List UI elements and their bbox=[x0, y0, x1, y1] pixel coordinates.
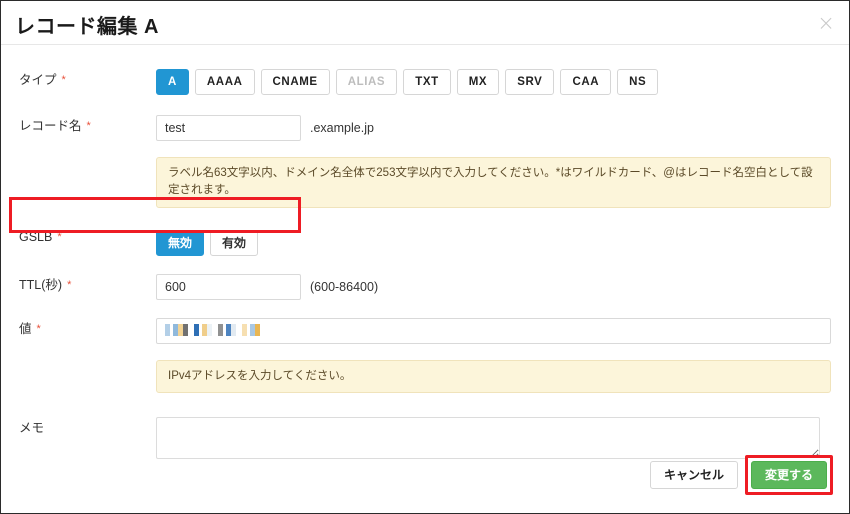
gslb-label-col: GSLB * bbox=[1, 230, 156, 244]
gslb-required-marker: * bbox=[57, 231, 61, 243]
memo-label: メモ bbox=[19, 421, 44, 435]
form-row-record-name: レコード名 * .example.jp ラベル名63文字以内、ドメイン名全体で25… bbox=[1, 115, 849, 208]
memo-label-col: メモ bbox=[1, 417, 156, 436]
gslb-option-enabled[interactable]: 有効 bbox=[210, 230, 258, 256]
dialog-footer: キャンセル 変更する bbox=[650, 455, 833, 495]
ttl-field-col: (600-86400) bbox=[156, 274, 849, 300]
submit-button-highlight: 変更する bbox=[745, 455, 833, 495]
type-required-marker: * bbox=[62, 74, 66, 86]
close-icon[interactable]: × bbox=[815, 12, 837, 34]
value-label-col: 値* bbox=[1, 318, 156, 337]
type-field-col: AAAAACNAMEALIASTXTMXSRVCAANS bbox=[156, 69, 849, 95]
form-row-type: タイプ* AAAAACNAMEALIASTXTMXSRVCAANS bbox=[1, 69, 849, 95]
record-name-required-marker: * bbox=[87, 120, 91, 132]
record-name-info-box: ラベル名63文字以内、ドメイン名全体で253文字以内で入力してください。*はワイ… bbox=[156, 157, 831, 208]
value-input-wrap bbox=[156, 318, 831, 344]
memo-textarea[interactable] bbox=[156, 417, 820, 459]
ttl-required-marker: * bbox=[67, 279, 71, 291]
type-option-cname[interactable]: CNAME bbox=[261, 69, 330, 95]
type-option-mx[interactable]: MX bbox=[457, 69, 499, 95]
cancel-button[interactable]: キャンセル bbox=[650, 461, 738, 489]
gslb-label: GSLB bbox=[19, 230, 52, 244]
form-row-value: 値* IPv4アドレスを入力してください。 bbox=[1, 318, 849, 393]
type-label: タイプ bbox=[19, 73, 57, 87]
record-name-input[interactable] bbox=[156, 115, 301, 141]
ttl-label-col: TTL(秒) * bbox=[1, 274, 156, 293]
form-body: タイプ* AAAAACNAMEALIASTXTMXSRVCAANS レコード名*… bbox=[1, 45, 849, 464]
type-option-srv[interactable]: SRV bbox=[505, 69, 554, 95]
value-label: 値 bbox=[19, 322, 32, 336]
record-name-label: レコード名 bbox=[19, 119, 82, 133]
type-option-ns[interactable]: NS bbox=[617, 69, 658, 95]
record-name-field-col: .example.jp ラベル名63文字以内、ドメイン名全体で253文字以内で入… bbox=[156, 115, 849, 208]
ttl-input-wrap: (600-86400) bbox=[156, 274, 849, 300]
gslb-toggle-group: 無効有効 bbox=[156, 230, 849, 256]
form-row-ttl: TTL(秒) * (600-86400) bbox=[1, 274, 849, 300]
record-name-domain-suffix: .example.jp bbox=[310, 121, 374, 135]
type-option-aaaa[interactable]: AAAA bbox=[195, 69, 255, 95]
type-option-alias: ALIAS bbox=[336, 69, 398, 95]
page-title: レコード編集 A bbox=[15, 10, 159, 39]
type-button-group: AAAAACNAMEALIASTXTMXSRVCAANS bbox=[156, 69, 849, 95]
value-input[interactable] bbox=[156, 318, 831, 344]
record-name-label-col: レコード名 * bbox=[1, 115, 156, 134]
ttl-range-hint: (600-86400) bbox=[310, 280, 378, 294]
ttl-input[interactable] bbox=[156, 274, 301, 300]
value-field-col: IPv4アドレスを入力してください。 bbox=[156, 318, 849, 393]
gslb-option-disabled[interactable]: 無効 bbox=[156, 230, 204, 256]
value-info-box: IPv4アドレスを入力してください。 bbox=[156, 360, 831, 393]
type-option-caa[interactable]: CAA bbox=[560, 69, 611, 95]
value-required-marker: * bbox=[37, 323, 41, 335]
type-label-col: タイプ * bbox=[1, 69, 156, 88]
ttl-label: TTL(秒) bbox=[19, 278, 62, 292]
form-row-gslb: GSLB * 無効有効 bbox=[1, 230, 849, 256]
dialog-header: レコード編集 A × bbox=[1, 1, 849, 45]
type-option-txt[interactable]: TXT bbox=[403, 69, 451, 95]
gslb-field-col: 無効有効 bbox=[156, 230, 849, 256]
type-option-a[interactable]: A bbox=[156, 69, 189, 95]
record-edit-dialog: レコード編集 A × タイプ* AAAAACNAMEALIASTXTMXSRVC… bbox=[0, 0, 850, 514]
submit-button[interactable]: 変更する bbox=[751, 461, 827, 489]
record-name-input-wrap: .example.jp bbox=[156, 115, 849, 141]
